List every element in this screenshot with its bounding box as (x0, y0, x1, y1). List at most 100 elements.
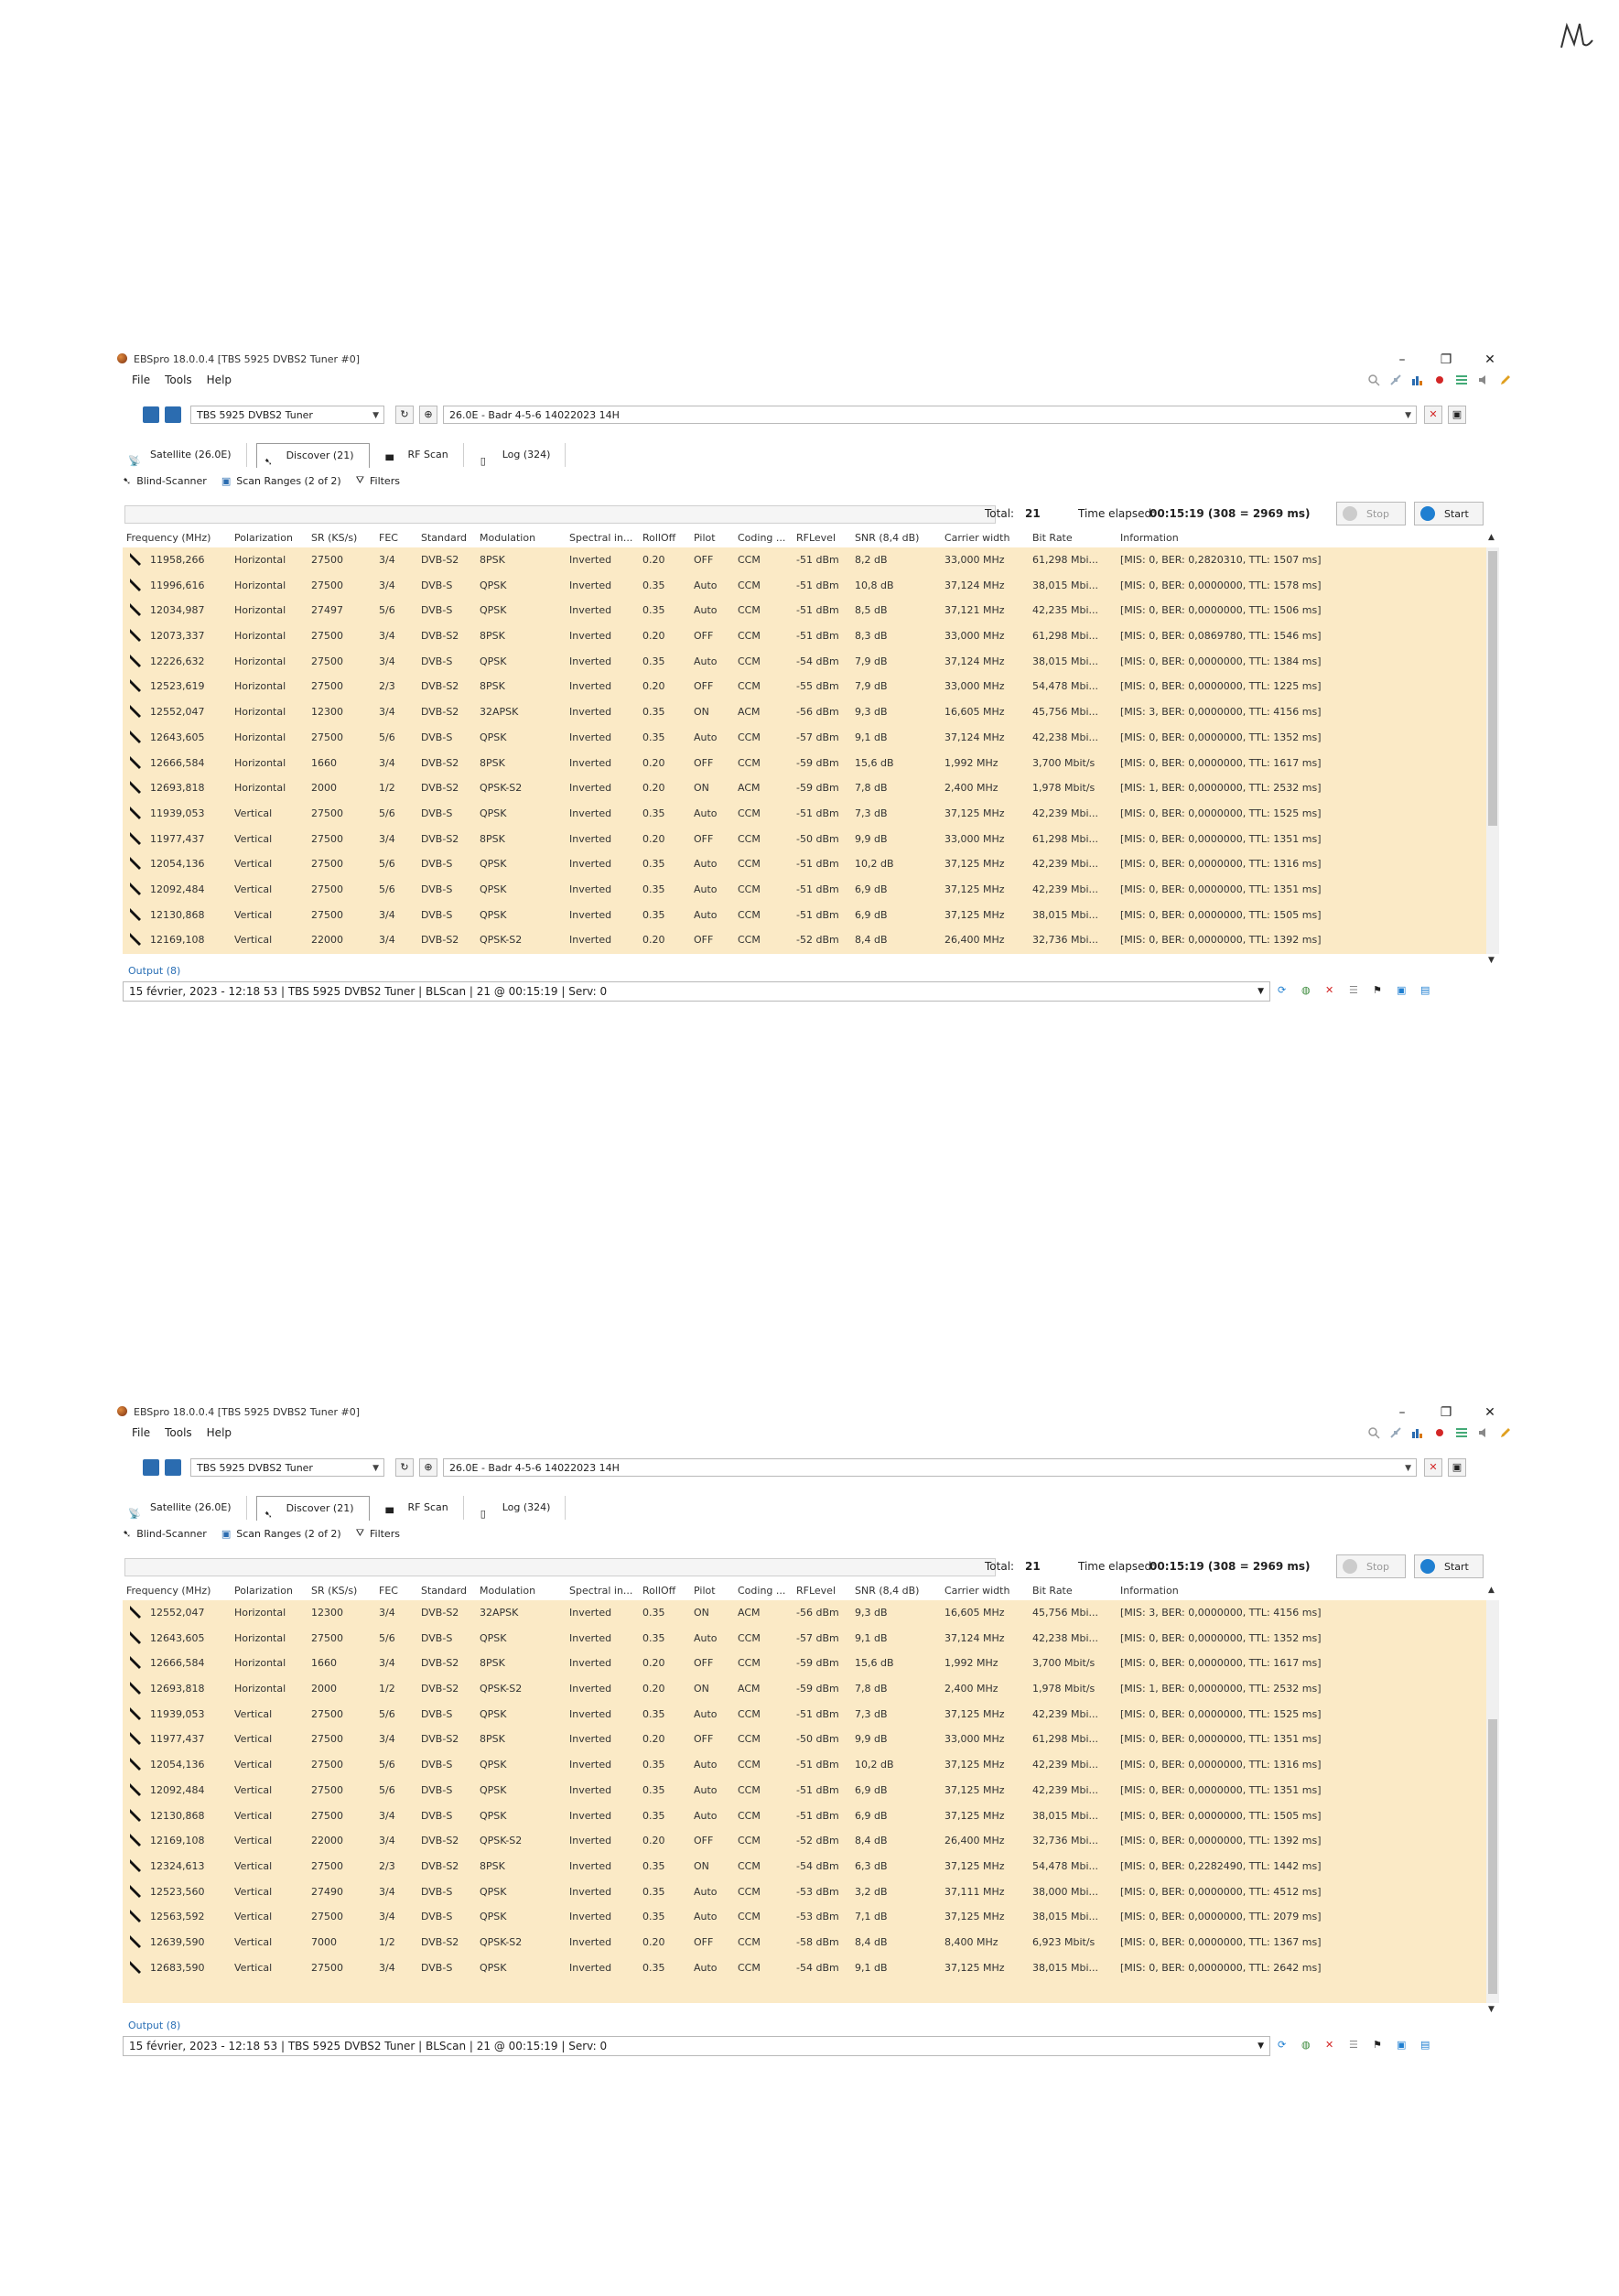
restore-button[interactable]: ❐ (1428, 1403, 1464, 1423)
menu-help[interactable]: Help (200, 372, 239, 390)
search-icon[interactable] (1367, 1426, 1380, 1439)
col-standard[interactable]: Standard (421, 1585, 467, 1597)
scroll-up-icon[interactable]: ▲ (1488, 1586, 1495, 1595)
table-row[interactable]: 12693,818 Horizontal 2000 1/2 DVB-S2 QPSK-S2 I… (123, 775, 1486, 801)
table-row[interactable]: 12523,619 Horizontal 27500 2/3 DVB-S2 8PSK Inv… (123, 674, 1486, 699)
minimize-button[interactable]: – (1384, 1403, 1420, 1423)
satellite-icon[interactable] (1389, 1426, 1402, 1439)
menu-tools[interactable]: Tools (157, 372, 200, 390)
tab-log[interactable]: ▯ Log (324) (473, 443, 567, 467)
record-icon[interactable] (1433, 374, 1446, 386)
col-sr[interactable]: SR (KS/s) (311, 1585, 357, 1597)
export-icon[interactable]: ▤ (1420, 984, 1435, 999)
col-frequency[interactable]: Frequency (MHz) (126, 532, 210, 544)
flag-icon[interactable]: ⚑ (1373, 984, 1387, 999)
info-icon[interactable] (143, 406, 159, 423)
satellite-select[interactable]: 26.0E - Badr 4-5-6 14022023 14H ▼ (443, 406, 1417, 424)
close-icon[interactable]: ✕ (1424, 1458, 1442, 1477)
tuner-select[interactable]: TBS 5925 DVBS2 Tuner ▼ (190, 406, 384, 424)
table-row[interactable]: 12073,337 Horizontal 27500 3/4 DVB-S2 8PSK Inv… (123, 623, 1486, 649)
status-select[interactable]: 15 février, 2023 - 12:18 53 | TBS 5925 D… (123, 981, 1270, 1002)
satellite-pick-icon[interactable]: ⊕ (419, 1458, 437, 1477)
col-rflevel[interactable]: RFLevel (796, 1585, 836, 1597)
tuner-select[interactable]: TBS 5925 DVBS2 Tuner ▼ (190, 1458, 384, 1477)
save-icon[interactable]: ▣ (1448, 1458, 1466, 1477)
table-row[interactable]: 11977,437 Vertical 27500 3/4 DVB-S2 8PSK Inver… (123, 827, 1486, 852)
scroll-down-icon[interactable]: ▼ (1488, 956, 1495, 965)
col-snr[interactable]: SNR (8,4 dB) (855, 1585, 919, 1597)
globe-icon[interactable]: ◍ (1301, 2039, 1316, 2053)
table-row[interactable]: 11996,616 Horizontal 27500 3/4 DVB-S QPSK Inve… (123, 573, 1486, 599)
table-row[interactable]: 12523,560 Vertical 27490 3/4 DVB-S QPSK Invert… (123, 1879, 1486, 1905)
flag-icon[interactable]: ⚑ (1373, 2039, 1387, 2053)
lock-icon[interactable] (165, 406, 181, 423)
blind-scanner-button[interactable]: ➷ Blind-Scanner (123, 474, 207, 487)
output-label[interactable]: Output (8) (128, 2020, 180, 2031)
table-row[interactable]: 12092,484 Vertical 27500 5/6 DVB-S QPSK Invert… (123, 877, 1486, 903)
refresh-icon[interactable]: ↻ (395, 1458, 414, 1477)
vertical-scrollbar[interactable] (1486, 1600, 1499, 2003)
export-icon[interactable]: ▤ (1420, 2039, 1435, 2053)
list-icon[interactable] (1455, 374, 1468, 386)
col-rflevel[interactable]: RFLevel (796, 532, 836, 544)
table-row[interactable]: 12130,868 Vertical 27500 3/4 DVB-S QPSK Invert… (123, 903, 1486, 928)
refresh-icon[interactable]: ↻ (395, 406, 414, 424)
col-rolloff[interactable]: RollOff (642, 532, 675, 544)
tab-satellite[interactable]: 📡 Satellite (26.0E) (121, 443, 247, 467)
close-icon[interactable]: ✕ (1424, 406, 1442, 424)
table-row[interactable]: 11939,053 Vertical 27500 5/6 DVB-S QPSK Invert… (123, 1702, 1486, 1727)
table-row[interactable]: 12092,484 Vertical 27500 5/6 DVB-S QPSK Invert… (123, 1778, 1486, 1803)
table-row[interactable]: 12693,818 Horizontal 2000 1/2 DVB-S2 QPSK-S2 I… (123, 1676, 1486, 1702)
table-row[interactable]: 12324,613 Vertical 27500 2/3 DVB-S2 8PSK Inver… (123, 1854, 1486, 1879)
audio-icon[interactable] (1477, 374, 1490, 386)
menu-help[interactable]: Help (200, 1424, 239, 1443)
col-carrier-width[interactable]: Carrier width (944, 1585, 1009, 1597)
col-coding[interactable]: Coding ... (738, 1585, 785, 1597)
info-icon[interactable] (143, 1459, 159, 1476)
tab-log[interactable]: ▯ Log (324) (473, 1496, 567, 1520)
satellite-pick-icon[interactable]: ⊕ (419, 406, 437, 424)
scrollbar-thumb[interactable] (1488, 551, 1497, 826)
bar-chart-icon[interactable] (1411, 1426, 1424, 1439)
satellite-select[interactable]: 26.0E - Badr 4-5-6 14022023 14H ▼ (443, 1458, 1417, 1477)
output-label[interactable]: Output (8) (128, 965, 180, 977)
stop-button[interactable]: Stop (1336, 502, 1406, 525)
col-snr[interactable]: SNR (8,4 dB) (855, 532, 919, 544)
table-row[interactable]: 12130,868 Vertical 27500 3/4 DVB-S QPSK Invert… (123, 1803, 1486, 1829)
restore-button[interactable]: ❐ (1428, 350, 1464, 370)
col-pilot[interactable]: Pilot (694, 1585, 716, 1597)
bar-chart-icon[interactable] (1411, 374, 1424, 386)
col-frequency[interactable]: Frequency (MHz) (126, 1585, 210, 1597)
col-pilot[interactable]: Pilot (694, 532, 716, 544)
minimize-button[interactable]: – (1384, 350, 1420, 370)
tab-discover[interactable]: ➷ Discover (21) (255, 1496, 370, 1521)
tab-satellite[interactable]: 📡 Satellite (26.0E) (121, 1496, 247, 1520)
col-standard[interactable]: Standard (421, 532, 467, 544)
col-polarization[interactable]: Polarization (234, 1585, 293, 1597)
scan-ranges-button[interactable]: ▣ Scan Ranges (2 of 2) (221, 474, 341, 487)
tab-rf-scan[interactable]: ▀ RF Scan (379, 443, 464, 467)
table-row[interactable]: 12643,605 Horizontal 27500 5/6 DVB-S QPSK Inve… (123, 1626, 1486, 1652)
close-icon[interactable]: ✕ (1325, 984, 1340, 999)
table-row[interactable]: 11939,053 Vertical 27500 5/6 DVB-S QPSK Invert… (123, 801, 1486, 827)
refresh-icon[interactable]: ⟳ (1278, 2039, 1292, 2053)
table-row[interactable]: 12639,590 Vertical 7000 1/2 DVB-S2 QPSK-S2 Inv… (123, 1930, 1486, 1955)
scan-ranges-button[interactable]: ▣ Scan Ranges (2 of 2) (221, 1527, 341, 1540)
scroll-down-icon[interactable]: ▼ (1488, 2005, 1495, 2014)
table-row[interactable]: 12552,047 Horizontal 12300 3/4 DVB-S2 32APSK I… (123, 1600, 1486, 1626)
table-row[interactable]: 11958,266 Horizontal 27500 3/4 DVB-S2 8PSK Inv… (123, 547, 1486, 573)
col-coding[interactable]: Coding ... (738, 532, 785, 544)
search-icon[interactable] (1367, 374, 1380, 386)
table-row[interactable]: 12683,590 Vertical 27500 3/4 DVB-S QPSK Invert… (123, 1955, 1486, 1981)
stop-button[interactable]: Stop (1336, 1554, 1406, 1578)
col-sr[interactable]: SR (KS/s) (311, 532, 357, 544)
col-spectral[interactable]: Spectral in... (569, 1585, 632, 1597)
status-select[interactable]: 15 février, 2023 - 12:18 53 | TBS 5925 D… (123, 2036, 1270, 2056)
vertical-scrollbar[interactable] (1486, 547, 1499, 954)
close-window-button[interactable]: ✕ (1472, 1403, 1508, 1423)
refresh-icon[interactable]: ⟳ (1278, 984, 1292, 999)
col-carrier-width[interactable]: Carrier width (944, 532, 1009, 544)
table-row[interactable]: 12054,136 Vertical 27500 5/6 DVB-S QPSK Invert… (123, 851, 1486, 877)
col-rolloff[interactable]: RollOff (642, 1585, 675, 1597)
col-bit-rate[interactable]: Bit Rate (1032, 1585, 1073, 1597)
